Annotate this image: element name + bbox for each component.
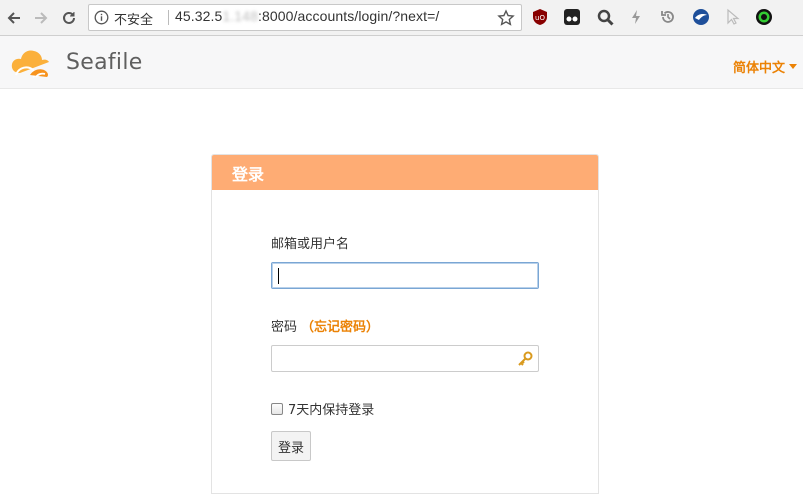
back-arrow-icon [7,12,20,24]
info-icon[interactable] [94,10,109,25]
svg-text:uO: uO [535,14,545,22]
tampermonkey-extension-icon[interactable] [563,8,581,26]
reload-icon [63,11,75,24]
history-extension-icon[interactable] [659,8,677,26]
password-label-row: 密码 （忘记密码） [271,316,539,335]
remember-me-row[interactable]: 7天内保持登录 [271,399,539,418]
login-panel: 登录 邮箱或用户名 密码 （忘记密码） 7天内保持登录 登录 [211,154,599,494]
back-button[interactable] [3,7,25,29]
ublock-extension-icon[interactable]: uO [531,8,549,26]
username-input[interactable] [271,262,539,289]
site-header: Seafile 简体中文 [0,36,803,89]
forgot-password-link[interactable]: （忘记密码） [301,320,379,335]
url-text[interactable]: 45.32.51.148:8000/accounts/login/?next=/ [175,8,439,24]
rss-extension-icon[interactable] [755,8,773,26]
forward-arrow-icon [35,12,48,24]
seafile-logo[interactable]: Seafile [10,44,143,80]
logo-text: Seafile [66,49,143,75]
bird-extension-icon[interactable] [692,8,710,26]
login-form: 邮箱或用户名 密码 （忘记密码） 7天内保持登录 登录 [271,233,539,461]
login-submit-button[interactable]: 登录 [271,431,311,461]
login-title: 登录 [232,164,265,184]
address-bar[interactable]: 不安全 45.32.51.148:8000/accounts/login/?ne… [88,4,522,31]
language-label: 简体中文 [732,61,785,76]
url-redacted: 1.148 [222,8,258,24]
password-key-icon[interactable] [516,350,534,368]
cursor-extension-icon[interactable] [724,8,742,26]
reload-button[interactable] [58,7,80,29]
browser-toolbar: 不安全 45.32.51.148:8000/accounts/login/?ne… [0,0,803,36]
search-tool-extension-icon[interactable] [596,8,614,26]
omnibox-divider [168,10,169,25]
password-input[interactable] [271,345,539,372]
remember-me-checkbox[interactable] [271,402,283,415]
language-selector[interactable]: 简体中文 [733,57,797,76]
remember-me-label[interactable]: 7天内保持登录 [288,399,374,418]
forward-button[interactable] [30,7,52,29]
security-indicator[interactable]: 不安全 [114,9,153,28]
lightning-extension-icon[interactable] [627,8,645,26]
bookmark-star-icon[interactable] [497,9,515,27]
seafile-cloud-logo-icon [11,50,49,78]
username-label: 邮箱或用户名 [271,237,350,252]
password-label: 密码 [271,320,298,335]
caret-down-icon [789,64,797,69]
login-panel-header: 登录 [212,155,598,190]
text-cursor [278,268,279,284]
